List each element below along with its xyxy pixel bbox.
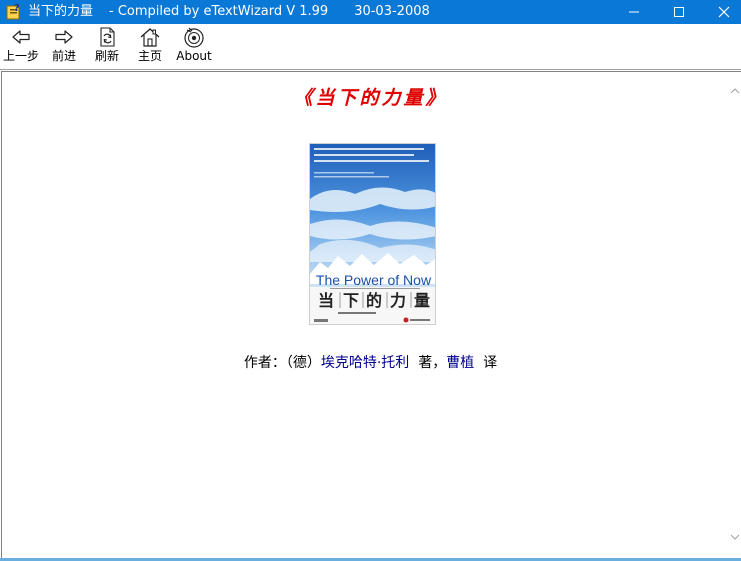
toolbar: 上一步 前进 刷新 主页 About [0,24,741,70]
forward-button[interactable]: 前进 [48,26,80,68]
refresh-label: 刷新 [94,49,119,63]
maximize-button[interactable] [656,0,702,24]
author-line: 作者：（德）埃克哈特·托利 著，曹植 译 [0,352,741,372]
back-button[interactable]: 上一步 [2,26,40,68]
window-title: 当下的力量 - Compiled by eTextWizard V 1.99 30-… [28,3,430,20]
cover-char-2: 下 [343,291,359,310]
home-icon [140,28,160,47]
close-icon [718,6,730,18]
book-cover-image: The Power of Now 当 下 的 力 量 [309,143,436,325]
author-link[interactable]: 埃克哈特·托利 [321,355,409,371]
back-label: 上一步 [2,49,39,63]
refresh-page-icon [100,27,115,47]
compiled-by-text: - Compiled by eTextWizard V 1.99 [109,4,329,19]
cover-char-5: 量 [414,291,430,310]
forward-arrow-icon [55,30,73,44]
cover-char-3: 的 [366,291,382,310]
close-button[interactable] [701,0,741,24]
svg-text:?: ? [14,3,20,14]
author-suffix: 著， [418,355,447,371]
cover-char-1: 当 [318,291,334,310]
help-document-icon: ? [6,3,22,20]
author-prefix: 作者：（德） [243,355,321,371]
vertical-scrollbar[interactable] [729,72,741,558]
minimize-icon [629,11,639,13]
about-button[interactable]: About [174,26,214,68]
title-bar: ? 当下的力量 - Compiled by eTextWizard V 1.99 3… [0,0,741,24]
compile-date: 30-03-2008 [354,4,430,19]
cover-english-title: The Power of Now [316,272,432,288]
forward-label: 前进 [51,49,76,63]
home-button[interactable]: 主页 [136,26,164,68]
translator-suffix: 译 [483,355,498,371]
translator-link[interactable]: 曹植 [446,355,474,371]
cover-char-4: 力 [390,291,406,310]
minimize-button[interactable] [611,0,657,24]
about-info-icon [184,27,204,48]
window-title-text: 当下的力量 [28,4,94,19]
book-title: 《当下的力量》 [293,87,448,109]
refresh-button[interactable]: 刷新 [92,26,122,68]
home-label: 主页 [137,49,162,63]
about-label: About [176,49,212,63]
back-arrow-icon [12,30,30,44]
maximize-icon [674,7,684,17]
scroll-down-icon[interactable] [730,532,740,542]
